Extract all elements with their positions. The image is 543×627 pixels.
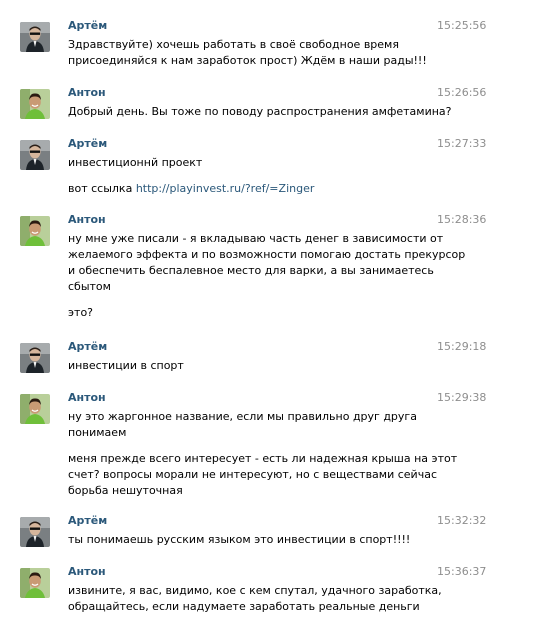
message-text: ну мне уже писали - я вкладываю часть де… <box>68 232 444 245</box>
message-text: сбытом <box>68 280 111 293</box>
message-text: ты понимаешь русским языком это инвестиц… <box>68 533 411 546</box>
message-body: ну это жаргонное название, если мы прави… <box>68 409 458 499</box>
message-paragraph: инвестиционнй проект <box>68 155 423 171</box>
message-body: ну мне уже писали - я вкладываю часть де… <box>68 231 466 321</box>
anton-avatar-icon[interactable] <box>20 394 50 424</box>
author-name[interactable]: Артём <box>68 19 107 32</box>
message-text: борьба нешуточная <box>68 484 183 497</box>
message-text: Добрый день. Вы тоже по поводу распростр… <box>68 105 452 118</box>
artem-avatar-icon[interactable] <box>20 517 50 547</box>
message-text: обращайтесь, если надумаете заработать р… <box>68 600 420 613</box>
message-text: инвестиционнй проект <box>68 156 203 169</box>
author-name[interactable]: Антон <box>68 86 106 99</box>
message-paragraph: это? <box>68 305 423 321</box>
message-timestamp: 15:27:33 <box>437 137 487 150</box>
message-paragraph: меня прежде всего интересует - есть ли н… <box>68 451 458 499</box>
message-text: ну это жаргонное название, если мы прави… <box>68 410 417 423</box>
message-body: инвестиционнй проект вот ссылка http://p… <box>68 155 423 197</box>
message-body: извините, я вас, видимо, кое с кем спута… <box>68 583 442 615</box>
message-paragraph: ну это жаргонное название, если мы прави… <box>68 409 423 441</box>
artem-avatar-icon[interactable] <box>20 22 50 52</box>
author-name[interactable]: Антон <box>68 213 106 226</box>
message-paragraph: вот ссылка http://playinvest.ru/?ref/=Zi… <box>68 181 423 197</box>
author-name[interactable]: Артём <box>68 514 107 527</box>
message-timestamp: 15:32:32 <box>437 514 487 527</box>
author-name[interactable]: Артём <box>68 137 107 150</box>
message-paragraph: извините, я вас, видимо, кое с кем спута… <box>68 583 442 615</box>
artem-avatar-icon[interactable] <box>20 343 50 373</box>
message-body: Здравствуйте) хочешь работать в своё сво… <box>68 37 427 69</box>
message-paragraph: ты понимаешь русским языком это инвестиц… <box>68 532 423 548</box>
anton-avatar-icon[interactable] <box>20 568 50 598</box>
message-timestamp: 15:29:18 <box>437 340 487 353</box>
message-text: присоединяйся к нам заработок прост) Ждё… <box>68 54 427 67</box>
message-body: инвестиции в спорт <box>68 358 423 374</box>
author-name[interactable]: Антон <box>68 565 106 578</box>
message-text: Здравствуйте) хочешь работать в своё сво… <box>68 38 399 51</box>
message-text: счет? вопросы морали не интересуют, но с… <box>68 468 437 481</box>
message-paragraph: Здравствуйте) хочешь работать в своё сво… <box>68 37 427 69</box>
anton-avatar-icon[interactable] <box>20 89 50 119</box>
message-paragraph: ну мне уже писали - я вкладываю часть де… <box>68 231 466 295</box>
message-body: Добрый день. Вы тоже по поводу распростр… <box>68 104 452 120</box>
message-text: понимаем <box>68 426 127 439</box>
message-body: ты понимаешь русским языком это инвестиц… <box>68 532 423 548</box>
message-timestamp: 15:26:56 <box>437 86 487 99</box>
message-text: желаемого эффекта и по возможности помог… <box>68 248 466 261</box>
message-timestamp: 15:36:37 <box>437 565 487 578</box>
message-text: и обеспечить беспалевное место для варки… <box>68 264 434 277</box>
author-name[interactable]: Артём <box>68 340 107 353</box>
message-text: меня прежде всего интересует - есть ли н… <box>68 452 458 465</box>
link-prefix: вот ссылка <box>68 182 136 195</box>
message-paragraph: инвестиции в спорт <box>68 358 423 374</box>
invest-link[interactable]: http://playinvest.ru/?ref/=Zinger <box>136 182 315 195</box>
artem-avatar-icon[interactable] <box>20 140 50 170</box>
message-paragraph: Добрый день. Вы тоже по поводу распростр… <box>68 104 452 120</box>
message-text: это? <box>68 306 94 319</box>
message-timestamp: 15:25:56 <box>437 19 487 32</box>
message-text: извините, я вас, видимо, кое с кем спута… <box>68 584 442 597</box>
author-name[interactable]: Антон <box>68 391 106 404</box>
message-text: вот ссылка http://playinvest.ru/?ref/=Zi… <box>68 181 423 197</box>
message-text: инвестиции в спорт <box>68 359 184 372</box>
message-timestamp: 15:29:38 <box>437 391 487 404</box>
anton-avatar-icon[interactable] <box>20 216 50 246</box>
message-timestamp: 15:28:36 <box>437 213 487 226</box>
